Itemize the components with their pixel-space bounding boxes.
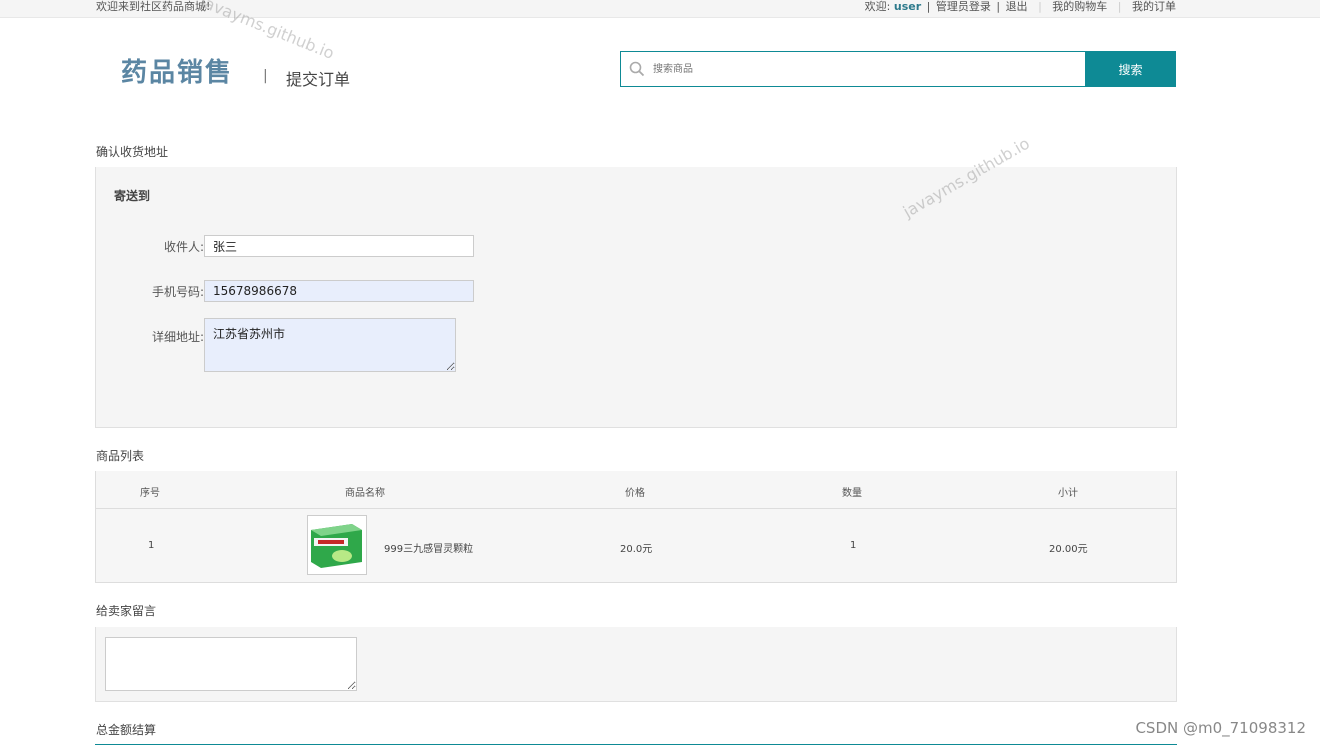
address-section-title: 确认收货地址 [96,145,169,159]
divider: | [996,0,1001,13]
product-name-link[interactable]: 999三九感冒灵颗粒 [384,540,473,555]
row-quantity: 1 [850,540,857,551]
divider: | [1038,0,1042,13]
top-nav: 欢迎: user | 管理员登录 | 退出 | 我的购物车 | 我的订单 [865,0,1176,14]
divider: | [1117,0,1122,13]
column-header-subtotal: 小计 [1058,488,1078,499]
products-section-title: 商品列表 [96,449,145,463]
page-title: 提交订单 [286,70,351,89]
phone-input[interactable] [204,280,474,302]
top-bar: 欢迎来到社区药品商城! 欢迎: user | 管理员登录 | 退出 | 我的购物… [0,0,1320,18]
logout-link[interactable]: 退出 [1006,0,1028,14]
total-section-title: 总金额结算 [96,723,157,737]
search-button[interactable]: 搜索 [1085,51,1176,87]
message-section-title: 给卖家留言 [96,604,157,618]
column-header-price: 价格 [625,488,645,499]
address-detail-textarea[interactable]: 江苏省苏州市 [204,318,456,372]
divider: | [926,0,931,13]
csdn-watermark: CSDN @m0_71098312 [1135,719,1306,737]
table-header: 序号 商品名称 价格 数量 小计 [96,471,1176,509]
recipient-label: 收件人: [163,240,204,254]
search-box [620,51,1086,87]
column-header-qty: 数量 [842,488,862,499]
orders-link[interactable]: 我的订单 [1132,0,1176,14]
address-detail-label: 详细地址: [151,330,204,344]
medicine-box-icon [308,516,366,574]
product-table: 序号 商品名称 价格 数量 小计 1 999三九感冒灵颗粒 20.0元 1 20… [95,471,1177,583]
message-panel [95,627,1177,702]
recipient-input[interactable] [204,235,474,257]
product-image[interactable] [307,515,367,575]
site-logo[interactable]: 药品销售 [121,52,233,89]
address-panel: 寄送到 收件人: 手机号码: 详细地址: 江苏省苏州市 [95,167,1177,428]
phone-label: 手机号码: [151,285,204,299]
search-input[interactable] [653,60,1073,78]
section-divider [95,744,1177,745]
cart-link[interactable]: 我的购物车 [1052,0,1107,14]
greeting-label: 欢迎: [864,0,891,13]
admin-login-link[interactable]: 管理员登录 [936,0,991,14]
row-subtotal: 20.00元 [1049,544,1088,555]
ship-to-heading: 寄送到 [114,189,151,203]
column-header-index: 序号 [140,488,160,499]
welcome-text: 欢迎来到社区药品商城! [96,0,211,13]
header-divider: | [263,68,268,84]
search-icon [629,61,645,77]
seller-message-textarea[interactable] [105,637,357,691]
username-link[interactable]: user [894,0,921,14]
row-index: 1 [148,540,155,551]
row-price: 20.0元 [620,544,653,555]
column-header-name: 商品名称 [345,488,385,499]
